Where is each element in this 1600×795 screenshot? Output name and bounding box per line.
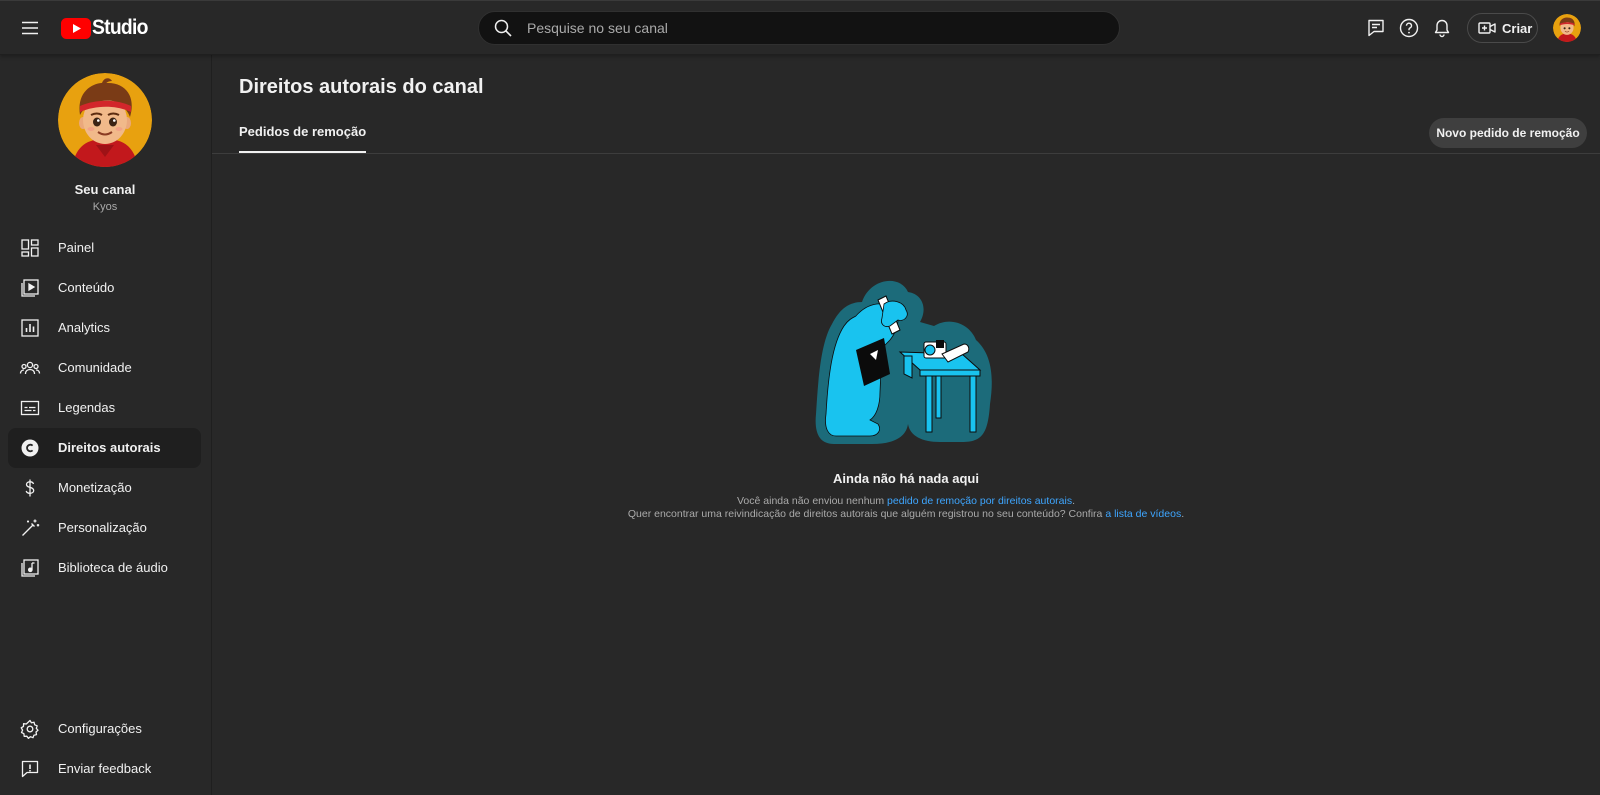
- channel-name: Seu canal: [74, 182, 136, 197]
- analytics-icon: [19, 317, 41, 339]
- menu-icon[interactable]: [18, 16, 42, 40]
- empty-text: Quer encontrar uma reivindicação de dire…: [627, 508, 1106, 520]
- sidebar-item-audio-library[interactable]: Biblioteca de áudio: [8, 548, 201, 588]
- sidebar-item-subtitles[interactable]: Legendas: [8, 388, 201, 428]
- video-list-link[interactable]: a lista de vídeos: [1105, 508, 1181, 520]
- takedown-request-link[interactable]: pedido de remoção por direitos autorais: [887, 495, 1072, 507]
- search-bar: [478, 11, 1120, 45]
- youtube-logo-icon: [61, 17, 91, 39]
- create-label: Criar: [1502, 20, 1533, 36]
- dashboard-icon: [19, 237, 41, 259]
- sidebar-item-copyright[interactable]: Direitos autorais: [8, 428, 201, 468]
- sidebar-item-community[interactable]: Comunidade: [8, 348, 201, 388]
- gear-icon: [19, 718, 41, 740]
- empty-state-title: Ainda não há nada aqui: [833, 471, 979, 486]
- subtitles-icon: [19, 397, 41, 419]
- sidebar: Seu canal Kyos Painel Conteúdo Analytics…: [0, 54, 212, 795]
- channel-avatar[interactable]: [58, 73, 152, 167]
- audio-library-icon: [19, 557, 41, 579]
- sidebar-item-label: Conteúdo: [58, 280, 115, 295]
- search-icon[interactable]: [493, 18, 513, 38]
- sidebar-item-send-feedback[interactable]: Enviar feedback: [8, 749, 201, 789]
- dollar-icon: [19, 477, 41, 499]
- sidebar-item-dashboard[interactable]: Painel: [8, 228, 201, 268]
- feedback-icon: [19, 758, 41, 780]
- sidebar-item-settings[interactable]: Configurações: [8, 709, 201, 749]
- community-icon: [19, 357, 41, 379]
- sidebar-item-label: Enviar feedback: [58, 761, 152, 776]
- sidebar-item-customization[interactable]: Personalização: [8, 508, 201, 548]
- tab-takedown-requests[interactable]: Pedidos de remoção: [239, 124, 367, 153]
- camera-plus-icon: [1478, 19, 1496, 37]
- empty-state-illustration: [812, 274, 1012, 449]
- feedback-comment-icon[interactable]: [1365, 17, 1387, 39]
- channel-handle: Kyos: [92, 201, 118, 213]
- page-title: Direitos autorais do canal: [239, 76, 484, 98]
- empty-text: Você ainda não enviou nenhum: [737, 495, 888, 507]
- main-content: Direitos autorais do canal Pedidos de re…: [212, 54, 1600, 795]
- sidebar-item-label: Painel: [58, 240, 95, 255]
- sidebar-item-label: Personalização: [58, 520, 147, 535]
- new-takedown-request-button[interactable]: Novo pedido de remoção: [1429, 118, 1587, 148]
- sidebar-item-analytics[interactable]: Analytics: [8, 308, 201, 348]
- help-icon[interactable]: [1398, 17, 1420, 39]
- sidebar-item-content[interactable]: Conteúdo: [8, 268, 201, 308]
- sidebar-item-label: Legendas: [58, 400, 116, 415]
- content-icon: [19, 277, 41, 299]
- logo-text: Studio: [92, 16, 148, 39]
- sidebar-item-label: Configurações: [58, 721, 142, 736]
- search-input[interactable]: [527, 12, 1119, 44]
- sidebar-item-label: Direitos autorais: [58, 440, 161, 455]
- sidebar-item-label: Biblioteca de áudio: [58, 560, 168, 575]
- empty-state-text-line-1: Você ainda não enviou nenhum pedido de r…: [212, 495, 1600, 507]
- tabs-divider: [212, 153, 1600, 154]
- sidebar-item-label: Monetização: [58, 480, 132, 495]
- sidebar-item-label: Comunidade: [58, 360, 132, 375]
- magic-wand-icon: [19, 517, 41, 539]
- empty-text: .: [1181, 508, 1185, 520]
- copyright-icon: [19, 437, 41, 459]
- create-button[interactable]: Criar: [1467, 13, 1538, 43]
- bell-icon[interactable]: [1431, 17, 1453, 39]
- empty-state-text-line-2: Quer encontrar uma reivindicação de dire…: [212, 508, 1600, 520]
- empty-text: .: [1072, 495, 1075, 507]
- account-avatar[interactable]: [1553, 14, 1581, 42]
- studio-logo[interactable]: Studio: [61, 15, 153, 41]
- sidebar-item-label: Analytics: [58, 320, 111, 335]
- top-bar: Studio Criar: [0, 0, 1600, 54]
- sidebar-item-monetization[interactable]: Monetização: [8, 468, 201, 508]
